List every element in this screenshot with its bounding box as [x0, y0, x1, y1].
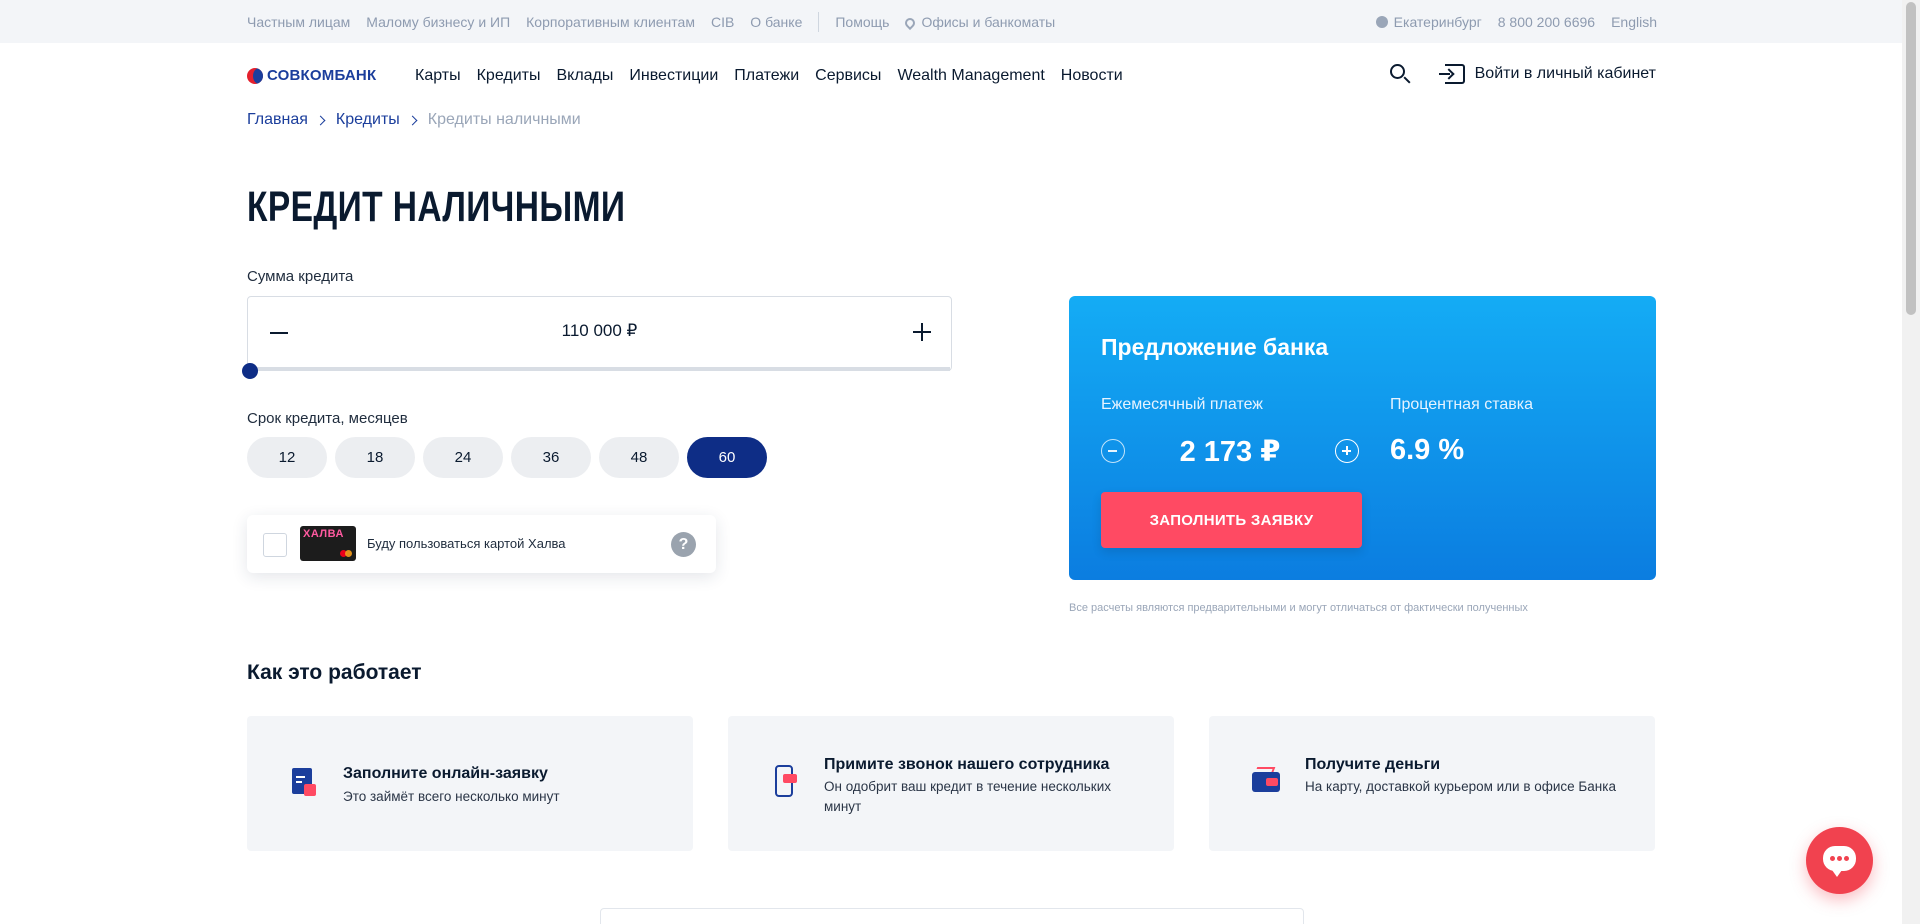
document-icon [290, 766, 318, 798]
scrollbar-thumb[interactable] [1906, 2, 1916, 315]
geo-icon [1375, 15, 1388, 28]
amount-slider-track[interactable] [250, 367, 950, 371]
amount-label: Сумма кредита [247, 268, 354, 285]
breadcrumb: Главная Кредиты Кредиты наличными [247, 111, 581, 129]
nav-item-news[interactable]: Новости [1061, 67, 1123, 85]
chevron-right-icon [407, 115, 418, 125]
term-option-60[interactable]: 60 [687, 437, 767, 478]
halva-checkbox[interactable] [263, 533, 287, 557]
step-description: Это займёт всего несколько минут [343, 789, 560, 804]
nav-item-payments[interactable]: Платежи [734, 67, 799, 85]
interest-rate-value: 6.9 % [1390, 434, 1465, 466]
step-card-money: Получите деньги На карту, доставкой курь… [1209, 716, 1655, 851]
chat-button[interactable] [1806, 827, 1873, 894]
topbar-divider [818, 11, 820, 32]
interest-rate-label: Процентная ставка [1390, 396, 1533, 413]
term-option-36[interactable]: 36 [511, 437, 591, 478]
login-icon [1438, 64, 1465, 84]
amount-value[interactable]: 110 000 ₽ [248, 321, 951, 341]
nav-item-credits[interactable]: Кредиты [477, 67, 541, 85]
page-scrollbar[interactable] [1902, 0, 1920, 924]
language-switch[interactable]: English [1611, 14, 1657, 30]
help-icon[interactable]: ? [671, 532, 696, 557]
mastercard-icon [340, 550, 352, 557]
chat-dot [1844, 856, 1849, 861]
breadcrumb-home[interactable]: Главная [247, 111, 308, 129]
step-title: Получите деньги [1305, 756, 1441, 773]
offer-title: Предложение банка [1101, 334, 1329, 360]
halva-card-brand: ХАЛВА [303, 528, 344, 540]
step-description: Он одобрит ваш кредит в течение нескольк… [824, 779, 1112, 814]
term-option-24[interactable]: 24 [423, 437, 503, 478]
location-pin-icon [903, 15, 918, 30]
decrease-payment-icon[interactable] [1101, 439, 1125, 463]
halva-card-image: ХАЛВА [300, 526, 356, 561]
topbar-link-corporate[interactable]: Корпоративным клиентам [526, 14, 695, 30]
logo-text: СОВКОМБАНК [267, 67, 377, 84]
next-section-card [600, 908, 1304, 924]
how-it-works-title: Как это работает [247, 661, 422, 684]
main-nav: Карты Кредиты Вклады Инвестиции Платежи … [415, 67, 1139, 85]
step-description: На карту, доставкой курьером или в офисе… [1305, 779, 1616, 794]
step-title: Примите звонок нашего сотрудника [824, 756, 1110, 773]
step-card-call: Примите звонок нашего сотрудника Он одоб… [728, 716, 1174, 851]
calculation-disclaimer: Все расчеты являются предварительными и … [1069, 602, 1528, 614]
phone-link[interactable]: 8 800 200 6696 [1498, 14, 1595, 30]
bank-logo[interactable]: СОВКОМБАНК [247, 67, 376, 84]
term-option-48[interactable]: 48 [599, 437, 679, 478]
bank-offer-panel: Предложение банка Ежемесячный платеж Про… [1069, 296, 1656, 580]
halva-option-label[interactable]: Буду пользоваться картой Халва [367, 536, 566, 551]
city-label: Екатеринбург [1393, 13, 1482, 30]
term-option-12[interactable]: 12 [247, 437, 327, 478]
monthly-payment-value: 2 173 ₽ [1179, 436, 1281, 468]
topbar-link-offices[interactable]: Офисы и банкоматы [903, 13, 1056, 30]
monthly-payment-label: Ежемесячный платеж [1101, 396, 1264, 413]
nav-item-investments[interactable]: Инвестиции [629, 67, 718, 85]
header-actions: Войти в личный кабинет [1389, 63, 1656, 85]
topbar-link-cib[interactable]: CIB [711, 14, 734, 30]
term-label: Срок кредита, месяцев [247, 410, 408, 427]
main-header: СОВКОМБАНК Карты Кредиты Вклады Инвестиц… [0, 43, 1902, 113]
chat-dot [1830, 856, 1835, 861]
nav-item-wealth-management[interactable]: Wealth Management [897, 67, 1044, 85]
page-title: КРЕДИТ НАЛИЧНЫМИ [247, 183, 626, 231]
term-selector: 12 18 24 36 48 60 [247, 437, 775, 478]
breadcrumb-credits[interactable]: Кредиты [336, 111, 400, 129]
topbar-link-private[interactable]: Частным лицам [247, 14, 350, 30]
login-link[interactable]: Войти в личный кабинет [1475, 65, 1656, 83]
topbar-link-small-business[interactable]: Малому бизнесу и ИП [366, 14, 510, 30]
top-utility-bar: Частным лицам Малому бизнесу и ИП Корпор… [0, 0, 1902, 43]
amount-slider-thumb[interactable] [242, 363, 258, 379]
phone-icon [771, 765, 799, 797]
term-option-18[interactable]: 18 [335, 437, 415, 478]
increase-amount-button[interactable] [913, 323, 931, 341]
amount-input[interactable]: 110 000 ₽ [247, 296, 952, 371]
chevron-right-icon [315, 115, 326, 125]
step-title: Заполните онлайн-заявку [343, 765, 548, 782]
apply-button[interactable]: ЗАПОЛНИТЬ ЗАЯВКУ [1101, 492, 1362, 548]
breadcrumb-current: Кредиты наличными [427, 111, 581, 128]
topbar-link-about[interactable]: О банке [750, 14, 802, 30]
logo-mark-icon [247, 67, 263, 84]
step-card-apply: Заполните онлайн-заявку Это займёт всего… [247, 716, 693, 851]
nav-item-services[interactable]: Сервисы [815, 67, 881, 85]
halva-card-option: ХАЛВА Буду пользоваться картой Халва ? [247, 515, 716, 573]
wallet-icon [1252, 764, 1280, 796]
city-selector[interactable]: Екатеринбург [1375, 13, 1482, 30]
search-icon[interactable] [1389, 63, 1411, 85]
offices-label: Офисы и банкоматы [921, 13, 1056, 30]
chat-dot [1837, 856, 1842, 861]
topbar-link-help[interactable]: Помощь [835, 14, 889, 30]
nav-item-deposits[interactable]: Вклады [556, 67, 613, 85]
increase-payment-icon[interactable] [1335, 439, 1359, 463]
nav-item-cards[interactable]: Карты [415, 67, 461, 85]
